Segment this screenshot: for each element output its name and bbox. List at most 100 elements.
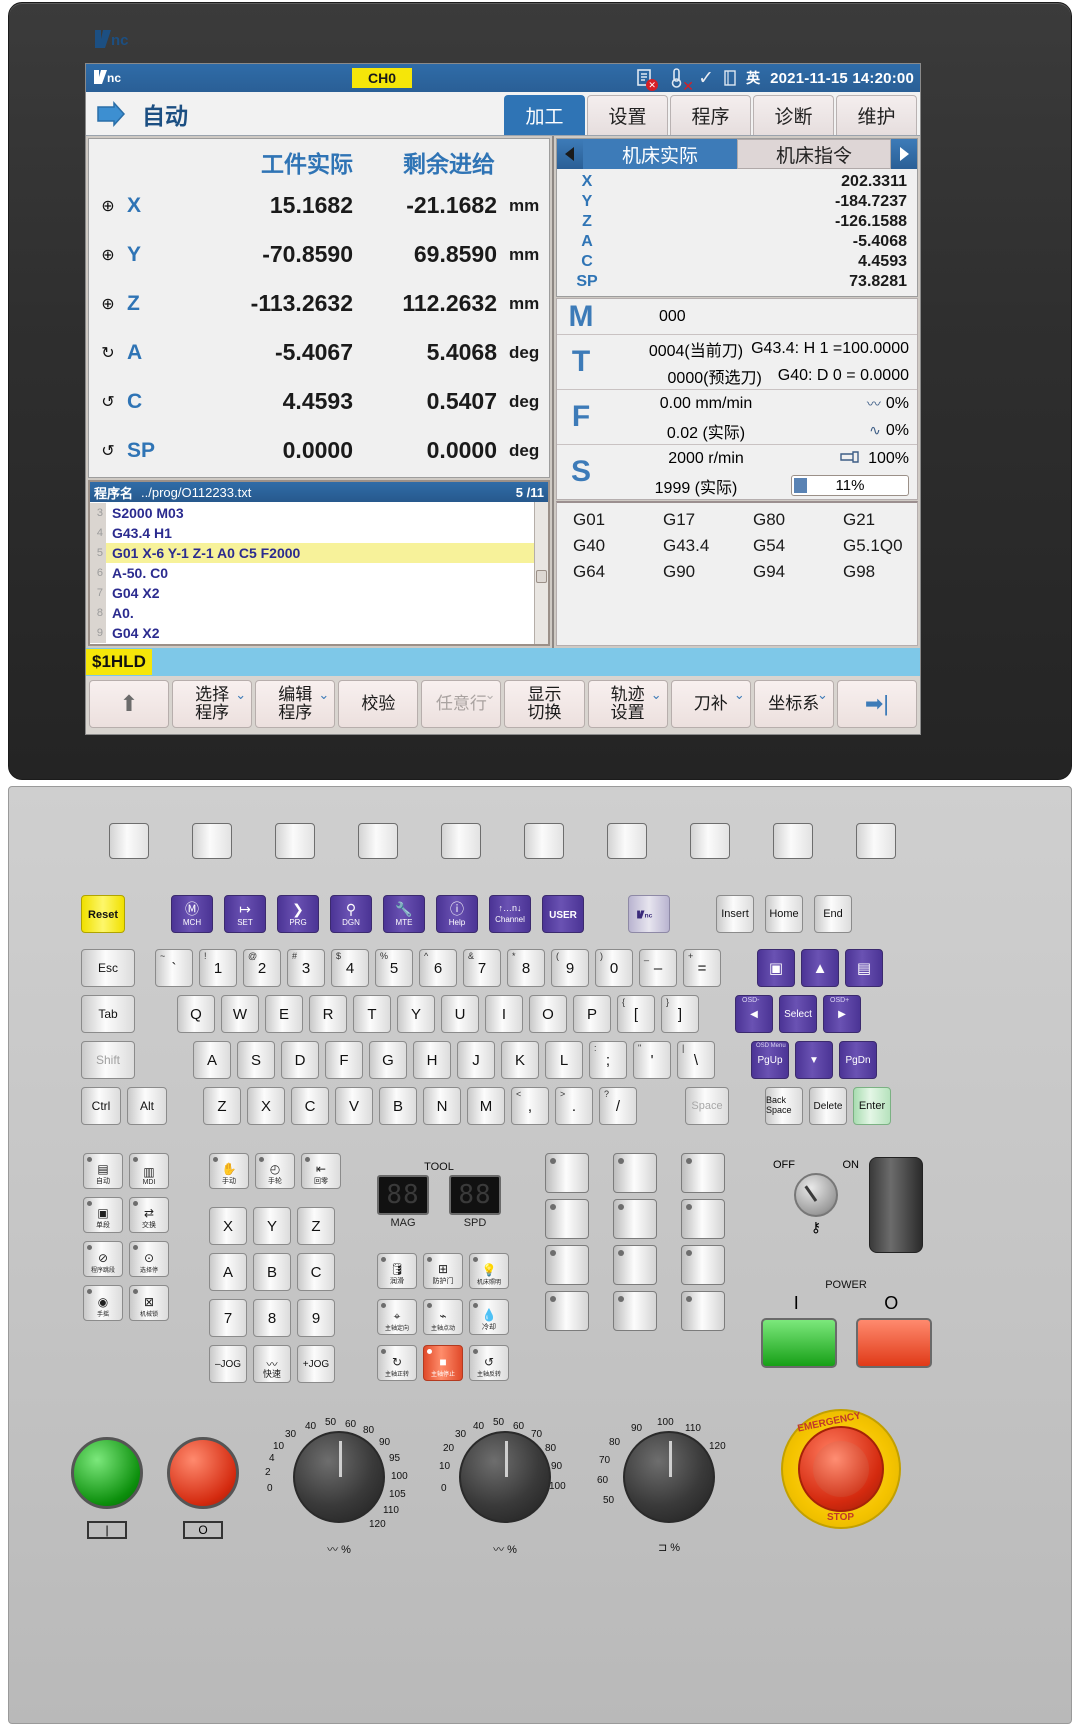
program-error-icon[interactable]: ✕ — [634, 67, 659, 91]
cycle-stop-button[interactable] — [167, 1437, 239, 1509]
equals-key[interactable]: + = — [683, 949, 721, 987]
arrow-up-key[interactable]: ▲ — [801, 949, 839, 987]
mte-key[interactable]: 🔧 MTE — [383, 895, 425, 933]
mode-key-exchange[interactable]: ⇄ 交换 — [129, 1197, 169, 1233]
axis-key-y[interactable]: Y — [253, 1207, 291, 1245]
mode-key-handle[interactable]: ◉ 手摇 — [83, 1285, 123, 1321]
key-f[interactable]: F — [325, 1041, 363, 1079]
axis-key-b[interactable]: B — [253, 1253, 291, 1291]
rapid-override-knob[interactable] — [459, 1431, 551, 1523]
check-icon[interactable]: ✓ — [698, 69, 714, 88]
scrollbar-thumb[interactable] — [536, 570, 547, 583]
mode-key-mdi[interactable]: ▥ MDI — [129, 1153, 169, 1189]
key-p[interactable]: P — [573, 995, 611, 1033]
backtick-key[interactable]: ~ ` — [155, 949, 193, 987]
softkey-display-switch[interactable]: 显示 切换 — [504, 680, 585, 728]
user-key-5[interactable] — [613, 1199, 657, 1239]
user-key-2[interactable] — [613, 1153, 657, 1193]
numpad-key-7[interactable]: 7 — [209, 1299, 247, 1337]
mode-key-manual[interactable]: ✋ 手动 — [209, 1153, 249, 1189]
hardware-softkey-6[interactable] — [524, 823, 564, 859]
user-key-10[interactable] — [545, 1291, 589, 1331]
key-r[interactable]: R — [309, 995, 347, 1033]
mch-key[interactable]: Ⓜ MCH — [171, 895, 213, 933]
user-key-8[interactable] — [613, 1245, 657, 1285]
softkey-coordinate-system[interactable]: 坐标系 ⌄ — [753, 680, 834, 728]
key-switch[interactable] — [794, 1173, 838, 1217]
program-line[interactable]: 6 A-50. C0 — [90, 563, 548, 583]
power-on-button[interactable] — [760, 1318, 837, 1368]
power-off-button[interactable] — [855, 1318, 932, 1368]
bracket-right-key[interactable]: }] — [661, 995, 699, 1033]
key-b[interactable]: B — [379, 1087, 417, 1125]
tab-machining[interactable]: 加工 — [504, 95, 585, 135]
softkey-edit-program[interactable]: 编辑 程序 ⌄ — [255, 680, 336, 728]
user-key-11[interactable] — [613, 1291, 657, 1331]
quote-key[interactable]: " ' — [633, 1041, 671, 1079]
page-up-key[interactable]: OSD Menu PgUp — [751, 1041, 789, 1079]
axis-key-x[interactable]: X — [209, 1207, 247, 1245]
rapid-key[interactable]: 〰快速 — [253, 1345, 291, 1383]
softkey-tool-comp[interactable]: 刀补 ⌄ — [670, 680, 751, 728]
softkey-trajectory-settings[interactable]: 轨迹 设置 ⌄ — [587, 680, 668, 728]
space-key[interactable]: Space — [685, 1087, 729, 1125]
program-line-active[interactable]: 5 G01 X-6 Y-1 Z-1 A0 C5 F2000 — [90, 543, 548, 563]
user-key-7[interactable] — [545, 1245, 589, 1285]
chevron-left-icon[interactable] — [557, 139, 583, 169]
aux-key-coolant[interactable]: 💧 冷却 — [469, 1299, 509, 1335]
jog-minus-key[interactable]: –JOG — [209, 1345, 247, 1383]
aux-key-spindle-stop[interactable]: ■ 主轴停止 — [423, 1345, 463, 1381]
hardware-softkey-5[interactable] — [441, 823, 481, 859]
program-view[interactable]: 程序名 ../prog/O112233.txt 5 /11 3 S2000 M0… — [88, 480, 550, 646]
osd-plus-key[interactable]: OSD+ ▶ — [823, 995, 861, 1033]
aux-key-spindle-orient[interactable]: ⌖ 主轴定向 — [377, 1299, 417, 1335]
tab-diagnosis[interactable]: 诊断 — [753, 95, 834, 135]
alt-key[interactable]: Alt — [127, 1087, 167, 1125]
program-lines[interactable]: 3 S2000 M03 4 G43.4 H1 5 G01 X-6 Y-1 Z-1… — [90, 502, 548, 644]
digit-0-key[interactable]: ) 0 — [595, 949, 633, 987]
handwheel-handle[interactable] — [869, 1157, 923, 1253]
bracket-left-key[interactable]: {[ — [617, 995, 655, 1033]
tab-machine-actual[interactable]: 机床实际 — [583, 139, 737, 169]
key-c[interactable]: C — [291, 1087, 329, 1125]
set-key[interactable]: ↦ SET — [224, 895, 266, 933]
feed-override-knob[interactable] — [293, 1431, 385, 1523]
program-line[interactable]: 4 G43.4 H1 — [90, 523, 548, 543]
softkey-up[interactable]: ⬆ — [89, 680, 170, 728]
key-g[interactable]: G — [369, 1041, 407, 1079]
axis-key-z[interactable]: Z — [297, 1207, 335, 1245]
key-h[interactable]: H — [413, 1041, 451, 1079]
key-n[interactable]: N — [423, 1087, 461, 1125]
page-down-key[interactable]: PgDn — [839, 1041, 877, 1079]
key-z[interactable]: Z — [203, 1087, 241, 1125]
osd-minus-key[interactable]: OSD- ◀ — [735, 995, 773, 1033]
spindle-override-knob[interactable] — [623, 1431, 715, 1523]
osd-copy-key[interactable]: ▣ — [757, 949, 795, 987]
digit-8-key[interactable]: * 8 — [507, 949, 545, 987]
help-key[interactable]: ⓘ Help — [436, 895, 478, 933]
insert-key[interactable]: Insert — [716, 895, 754, 933]
key-s[interactable]: S — [237, 1041, 275, 1079]
hardware-softkey-8[interactable] — [690, 823, 730, 859]
key-k[interactable]: K — [501, 1041, 539, 1079]
select-key[interactable]: Select — [779, 995, 817, 1033]
jog-plus-key[interactable]: +JOG — [297, 1345, 335, 1383]
mode-key-machine-lock[interactable]: ⊠ 机械锁 — [129, 1285, 169, 1321]
mode-key-auto[interactable]: ▤ 自动 — [83, 1153, 123, 1189]
user-key[interactable]: USER — [542, 895, 584, 933]
program-line[interactable]: 9 G04 X2 — [90, 623, 548, 643]
hardware-softkey-7[interactable] — [607, 823, 647, 859]
osd-paste-key[interactable]: ▤ — [845, 949, 883, 987]
key-j[interactable]: J — [457, 1041, 495, 1079]
mode-key-block-skip[interactable]: ⊘ 程序跳段 — [83, 1241, 123, 1277]
key-x[interactable]: X — [247, 1087, 285, 1125]
backslash-key[interactable]: | \ — [677, 1041, 715, 1079]
aux-key-spindle-ccw[interactable]: ↺ 主轴反转 — [469, 1345, 509, 1381]
axis-key-c[interactable]: C — [297, 1253, 335, 1291]
axis-key-a[interactable]: A — [209, 1253, 247, 1291]
digit-3-key[interactable]: #3 — [287, 949, 325, 987]
key-u[interactable]: U — [441, 995, 479, 1033]
program-line[interactable]: 8 A0. — [90, 603, 548, 623]
aux-key-spindle-jog[interactable]: ⌁ 主轴点动 — [423, 1299, 463, 1335]
cycle-start-button[interactable] — [71, 1437, 143, 1509]
